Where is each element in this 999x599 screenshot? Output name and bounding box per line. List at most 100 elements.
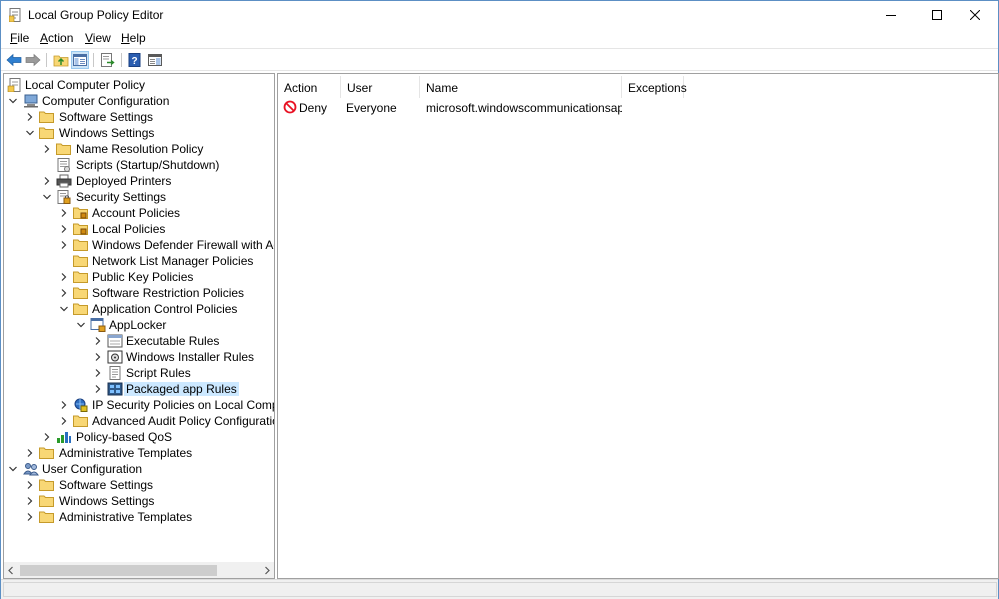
chevron-right-icon[interactable] — [59, 240, 69, 250]
tree-item-administrative-templates[interactable]: Administrative Templates — [4, 445, 274, 461]
locked-folder-icon — [73, 223, 88, 235]
tree-item-name-resolution-policy[interactable]: Name Resolution Policy — [4, 141, 274, 157]
tree-item-windows-installer-rules[interactable]: Windows Installer Rules — [4, 349, 274, 365]
close-button[interactable] — [952, 1, 998, 29]
menu-help[interactable]: Help — [121, 31, 146, 45]
applocker-icon — [90, 318, 106, 332]
chevron-right-icon[interactable] — [25, 480, 35, 490]
help-button[interactable]: ? — [126, 51, 144, 69]
chevron-right-icon[interactable] — [59, 400, 69, 410]
tree-label: User Configuration — [42, 462, 143, 476]
tree-item-software-settings[interactable]: Software Settings — [4, 109, 274, 125]
chevron-right-icon[interactable] — [42, 176, 52, 186]
chevron-down-icon[interactable] — [25, 128, 35, 138]
tree-item-local-policies[interactable]: Local Policies — [4, 221, 274, 237]
tree-label: Local Policies — [92, 222, 166, 236]
up-one-level-button[interactable] — [52, 51, 70, 69]
menu-file[interactable]: File — [10, 31, 29, 45]
column-header-name[interactable]: Name — [420, 76, 622, 98]
users-icon — [23, 463, 39, 476]
column-header-exceptions[interactable]: Exceptions — [622, 76, 687, 98]
tree-item-script-rules[interactable]: Script Rules — [4, 365, 274, 381]
tree-label: Application Control Policies — [92, 302, 238, 316]
chevron-right-icon[interactable] — [59, 224, 69, 234]
chevron-down-icon[interactable] — [59, 304, 69, 314]
toolbar-separator — [93, 53, 94, 67]
menu-view[interactable]: View — [85, 31, 111, 45]
forward-button[interactable] — [24, 51, 42, 69]
chevron-right-icon[interactable] — [25, 112, 35, 122]
tree-item-deployed-printers[interactable]: Deployed Printers — [4, 173, 274, 189]
tree-item-user-administrative-templates[interactable]: Administrative Templates — [4, 509, 274, 525]
back-icon — [6, 53, 22, 67]
tree-item-network-list-manager[interactable]: Network List Manager Policies — [4, 253, 274, 269]
tree-item-user-software-settings[interactable]: Software Settings — [4, 477, 274, 493]
tree-item-executable-rules[interactable]: Executable Rules — [4, 333, 274, 349]
chevron-down-icon[interactable] — [8, 96, 18, 106]
chevron-right-icon[interactable] — [42, 432, 52, 442]
chevron-right-icon[interactable] — [59, 272, 69, 282]
tree-label: Administrative Templates — [59, 510, 193, 524]
chevron-down-icon[interactable] — [76, 320, 86, 330]
chevron-down-icon[interactable] — [42, 192, 52, 202]
tree-horizontal-scrollbar[interactable] — [4, 562, 274, 578]
window-title: Local Group Policy Editor — [28, 8, 164, 22]
tree-label: Name Resolution Policy — [76, 142, 204, 156]
scroll-right-icon[interactable] — [262, 565, 272, 576]
column-header-user[interactable]: User — [341, 76, 420, 98]
tree-item-packaged-app-rules[interactable]: Packaged app Rules — [4, 381, 274, 397]
tree-item-policy-based-qos[interactable]: Policy-based QoS — [4, 429, 274, 445]
computer-icon — [24, 94, 38, 108]
tree-item-application-control-policies[interactable]: Application Control Policies — [4, 301, 274, 317]
menu-action[interactable]: Action — [40, 31, 73, 45]
chevron-right-icon[interactable] — [93, 368, 103, 378]
chevron-right-icon[interactable] — [59, 208, 69, 218]
show-hide-action-pane-button[interactable] — [146, 51, 164, 69]
export-list-button[interactable] — [99, 51, 117, 69]
chevron-right-icon[interactable] — [25, 496, 35, 506]
column-header-action[interactable]: Action — [278, 76, 341, 98]
show-hide-console-tree-button[interactable] — [71, 51, 89, 69]
policy-document-icon — [7, 78, 21, 92]
tree-item-applocker[interactable]: AppLocker — [4, 317, 274, 333]
chevron-down-icon[interactable] — [8, 464, 18, 474]
tree-item-user-configuration[interactable]: User Configuration — [4, 461, 274, 477]
tree-item-software-restriction-policies[interactable]: Software Restriction Policies — [4, 285, 274, 301]
chevron-right-icon[interactable] — [25, 512, 35, 522]
chevron-right-icon[interactable] — [93, 384, 103, 394]
tree-item-local-computer-policy[interactable]: Local Computer Policy — [4, 77, 274, 93]
folder-icon — [73, 271, 88, 283]
deny-icon — [283, 100, 297, 114]
tree-item-ip-security-policies[interactable]: IP Security Policies on Local Computer — [4, 397, 274, 413]
tree-item-computer-configuration[interactable]: Computer Configuration — [4, 93, 274, 109]
toolbar-separator — [46, 53, 47, 67]
chevron-right-icon[interactable] — [42, 144, 52, 154]
tree-item-public-key-policies[interactable]: Public Key Policies — [4, 269, 274, 285]
properties-pane-icon — [148, 54, 162, 66]
chevron-right-icon[interactable] — [93, 352, 103, 362]
chevron-right-icon[interactable] — [59, 416, 69, 426]
title-bar[interactable]: Local Group Policy Editor — [1, 1, 998, 29]
minimize-button[interactable] — [868, 1, 914, 29]
back-button[interactable] — [5, 51, 23, 69]
tree-item-advanced-audit-policy[interactable]: Advanced Audit Policy Configuration — [4, 413, 274, 429]
console-tree[interactable]: Local Computer Policy Computer Configura… — [3, 73, 275, 579]
tree-label: Scripts (Startup/Shutdown) — [76, 158, 220, 172]
chevron-right-icon[interactable] — [25, 448, 35, 458]
svg-text:?: ? — [131, 56, 137, 67]
menu-action-label: ction — [48, 31, 74, 45]
gpedit-app-icon — [9, 8, 21, 22]
status-pane — [3, 582, 997, 597]
tree-item-windows-settings[interactable]: Windows Settings — [4, 125, 274, 141]
folder-icon — [73, 239, 88, 251]
tree-item-scripts[interactable]: Scripts (Startup/Shutdown) — [4, 157, 274, 173]
tree-item-security-settings[interactable]: Security Settings — [4, 189, 274, 205]
chevron-right-icon[interactable] — [93, 336, 103, 346]
scrollbar-thumb[interactable] — [20, 565, 217, 576]
scroll-left-icon[interactable] — [6, 565, 16, 576]
chevron-right-icon[interactable] — [59, 288, 69, 298]
results-pane[interactable]: Action User Name Exceptions Deny Everyon… — [277, 73, 999, 579]
tree-item-windows-defender-firewall[interactable]: Windows Defender Firewall with Advan — [4, 237, 274, 253]
tree-item-account-policies[interactable]: Account Policies — [4, 205, 274, 221]
tree-item-user-windows-settings[interactable]: Windows Settings — [4, 493, 274, 509]
